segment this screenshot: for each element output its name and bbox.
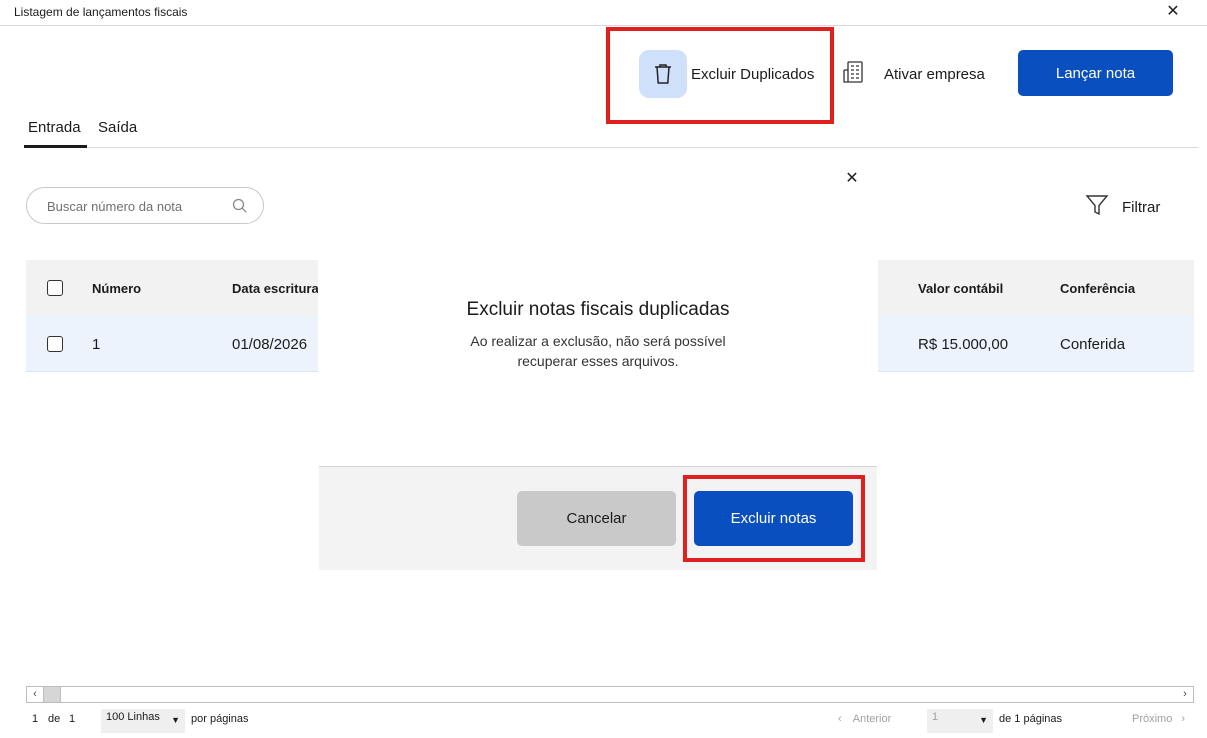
search-box <box>26 187 264 224</box>
select-all-checkbox[interactable] <box>47 280 63 296</box>
header-conference[interactable]: Conferência <box>1060 260 1135 316</box>
current-page-number: 1 <box>32 713 39 725</box>
header-date[interactable]: Data escritura <box>232 260 319 316</box>
chevron-down-icon: ▼ <box>979 715 988 725</box>
dialog-footer: Cancelar Excluir notas <box>319 466 877 570</box>
chevron-down-icon: ▼ <box>171 715 180 725</box>
row-date: 01/08/2026 <box>232 335 308 353</box>
trash-icon <box>639 50 687 98</box>
scroll-right-icon[interactable]: › <box>1177 687 1193 702</box>
prev-page-label: Anterior <box>852 713 892 725</box>
active-tab-indicator <box>24 145 87 148</box>
search-input[interactable] <box>47 196 227 216</box>
activate-company-button[interactable]: Ativar empresa <box>840 58 985 90</box>
tab-entrada[interactable]: Entrada <box>28 119 81 136</box>
header-number[interactable]: Número <box>92 260 141 316</box>
delete-duplicates-dialog: ✕ Excluir notas fiscais duplicadas Ao re… <box>318 163 878 570</box>
row-number: 1 <box>92 335 101 353</box>
dialog-close-icon[interactable]: ✕ <box>842 169 862 189</box>
rows-per-page-select[interactable]: 100 Linhas ▼ <box>101 709 185 733</box>
next-page-button[interactable]: Próximo › <box>1132 710 1185 732</box>
filter-label: Filtrar <box>1122 199 1161 216</box>
cancel-button[interactable]: Cancelar <box>517 491 676 546</box>
tab-saida[interactable]: Saída <box>98 119 137 136</box>
per-page-label: por páginas <box>191 713 249 725</box>
filter-button[interactable]: Filtrar <box>1085 193 1160 222</box>
row-conference-status: Conferida <box>1060 335 1126 353</box>
title-bar: Listagem de lançamentos fiscais ✕ <box>0 0 1207 26</box>
next-page-label: Próximo <box>1132 713 1173 725</box>
delete-duplicates-label: Excluir Duplicados <box>691 65 815 83</box>
filter-icon <box>1085 193 1109 222</box>
row-checkbox[interactable] <box>47 336 63 352</box>
window-title: Listagem de lançamentos fiscais <box>14 5 188 19</box>
row-value: R$ 15.000,00 <box>918 335 1009 353</box>
total-pages-number: 1 <box>69 713 76 725</box>
tab-bar: Entrada Saída <box>24 116 1198 148</box>
of-label: de <box>48 713 61 725</box>
header-value[interactable]: Valor contábil <box>918 260 1003 316</box>
search-icon[interactable] <box>231 197 249 215</box>
confirm-delete-button[interactable]: Excluir notas <box>694 491 853 546</box>
chevron-right-icon: › <box>1181 713 1186 725</box>
page-select[interactable]: 1 ▼ <box>927 709 993 733</box>
dialog-title: Excluir notas fiscais duplicadas <box>466 299 730 320</box>
building-icon <box>840 58 868 91</box>
activate-company-label: Ativar empresa <box>884 65 985 83</box>
row-checkbox-cell <box>47 316 63 372</box>
delete-duplicates-button[interactable]: Excluir Duplicados <box>639 50 829 98</box>
dialog-message: Ao realizar a exclusão, não será possíve… <box>470 333 726 369</box>
select-all-cell <box>47 260 63 316</box>
horizontal-scrollbar[interactable]: ‹ › <box>26 686 1194 703</box>
pages-total-label: de 1 páginas <box>999 713 1062 725</box>
window-close-icon[interactable]: ✕ <box>1164 2 1182 22</box>
chevron-left-icon: ‹ <box>838 713 842 725</box>
scroll-left-icon[interactable]: ‹ <box>27 687 43 702</box>
launch-note-button[interactable]: Lançar nota <box>1018 50 1173 96</box>
rows-per-page-value: 100 Linhas <box>106 711 160 723</box>
prev-page-button[interactable]: ‹ Anterior <box>838 710 891 732</box>
page-select-value: 1 <box>932 711 939 723</box>
scrollbar-thumb[interactable] <box>43 687 61 702</box>
